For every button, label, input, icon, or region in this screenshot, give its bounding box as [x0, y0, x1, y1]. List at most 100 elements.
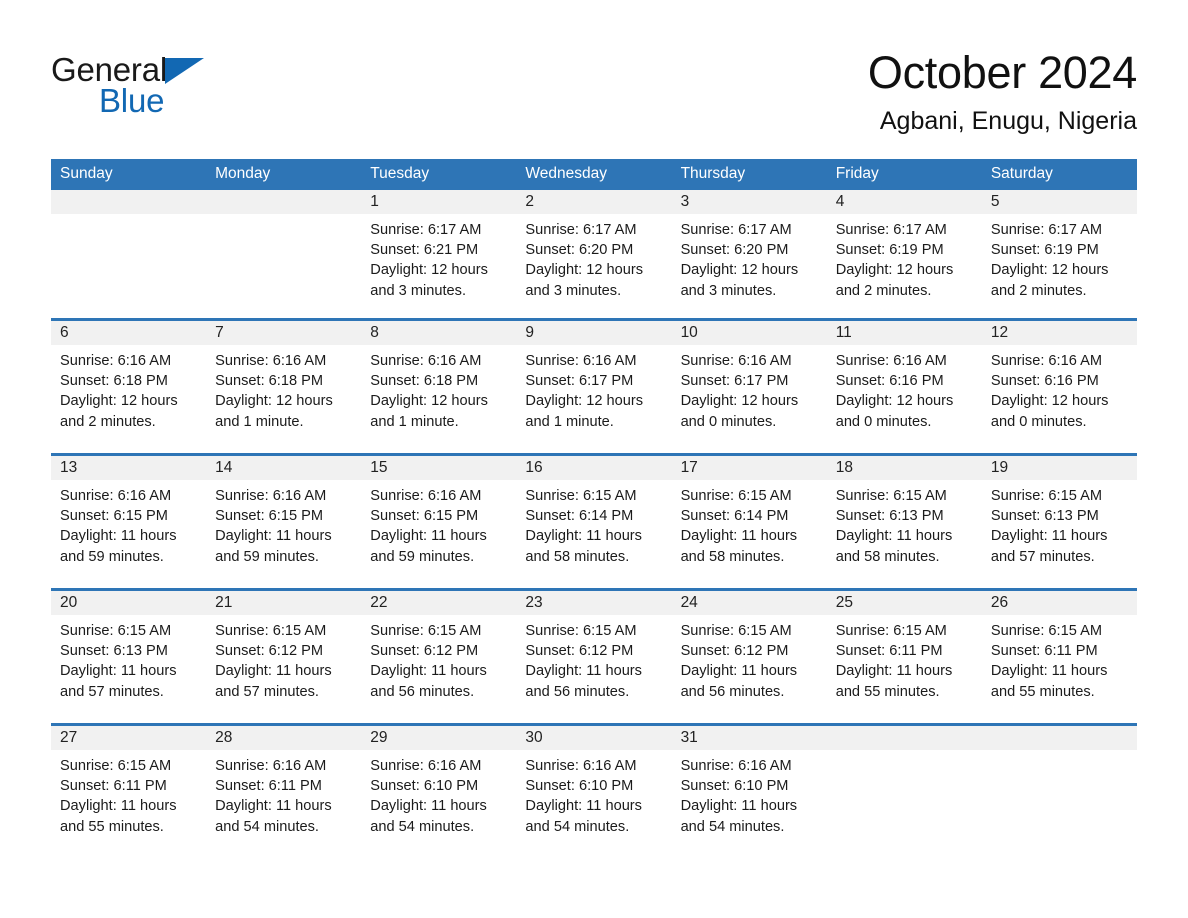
day-cell-inner: 28 Sunrise: 6:16 AM Sunset: 6:11 PM Dayligh… [206, 726, 362, 844]
calendar-day-cell[interactable]: 31 Sunrise: 6:16 AM Sunset: 6:10 PM Dayligh… [671, 723, 827, 844]
brand-triangle-icon [165, 58, 205, 84]
day-cell-inner: 13 Sunrise: 6:16 AM Sunset: 6:15 PM Dayligh… [51, 456, 207, 588]
calendar-day-cell[interactable]: 10 Sunrise: 6:16 AM Sunset: 6:17 PM Dayligh… [671, 318, 827, 455]
calendar-day-cell[interactable]: 28 Sunrise: 6:16 AM Sunset: 6:11 PM Dayligh… [206, 723, 362, 844]
day-number: 12 [981, 321, 1137, 345]
calendar-day-cell[interactable]: 11 Sunrise: 6:16 AM Sunset: 6:16 PM Dayligh… [826, 318, 982, 455]
daylight-text: Daylight: 11 hours and 54 minutes. [215, 798, 332, 835]
logo-text-blue: Blue [99, 82, 165, 119]
calendar-day-cell[interactable]: 20 Sunrise: 6:15 AM Sunset: 6:13 PM Dayligh… [51, 588, 207, 725]
daylight-text: Daylight: 11 hours and 57 minutes. [60, 663, 177, 700]
daylight-text: Daylight: 12 hours and 1 minute. [215, 393, 333, 430]
day-number: 31 [671, 726, 827, 750]
day-cell-inner: 20 Sunrise: 6:15 AM Sunset: 6:13 PM Dayligh… [51, 591, 207, 723]
day-info: Sunrise: 6:16 AM Sunset: 6:15 PM Daylight:… [206, 480, 361, 567]
sunset-text: Sunset: 6:18 PM [60, 373, 168, 390]
daylight-text: Daylight: 11 hours and 56 minutes. [525, 663, 642, 700]
daylight-text: Daylight: 12 hours and 3 minutes. [525, 262, 644, 299]
calendar-day-cell[interactable]: 30 Sunrise: 6:16 AM Sunset: 6:10 PM Dayligh… [516, 723, 672, 844]
calendar-day-cell[interactable]: 17 Sunrise: 6:15 AM Sunset: 6:14 PM Dayligh… [671, 453, 827, 590]
day-cell-inner: 10 Sunrise: 6:16 AM Sunset: 6:17 PM Dayligh… [671, 321, 827, 453]
calendar-day-cell[interactable]: 24 Sunrise: 6:15 AM Sunset: 6:12 PM Dayligh… [671, 588, 827, 725]
calendar-day-cell-empty [981, 723, 1137, 844]
calendar-day-cell[interactable]: 16 Sunrise: 6:15 AM Sunset: 6:14 PM Dayligh… [516, 453, 672, 590]
calendar-day-cell[interactable]: 13 Sunrise: 6:16 AM Sunset: 6:15 PM Dayligh… [51, 453, 207, 590]
day-cell-inner: 17 Sunrise: 6:15 AM Sunset: 6:14 PM Dayligh… [671, 456, 827, 588]
sunrise-text: Sunrise: 6:17 AM [990, 222, 1102, 238]
sunrise-sunset-calendar: Sunday Monday Tuesday Wednesday Thursday… [51, 159, 1137, 844]
calendar-day-cell[interactable]: 12 Sunrise: 6:16 AM Sunset: 6:16 PM Dayligh… [981, 318, 1137, 455]
daylight-text: Daylight: 11 hours and 57 minutes. [990, 528, 1108, 565]
logo-text-general-row: General [51, 52, 271, 88]
daylight-text: Daylight: 12 hours and 2 minutes. [835, 262, 954, 299]
sunset-text: Sunset: 6:17 PM [680, 373, 789, 390]
sunset-text: Sunset: 6:13 PM [835, 508, 944, 525]
day-number: 5 [981, 190, 1137, 214]
calendar-day-cell[interactable]: 27 Sunrise: 6:15 AM Sunset: 6:11 PM Dayligh… [51, 723, 207, 844]
calendar-day-cell[interactable]: 1 Sunrise: 6:17 AM Sunset: 6:21 PM Daylight… [361, 190, 517, 320]
calendar-day-cell[interactable]: 15 Sunrise: 6:16 AM Sunset: 6:15 PM Dayligh… [361, 453, 517, 590]
calendar-day-cell[interactable]: 26 Sunrise: 6:15 AM Sunset: 6:11 PM Dayligh… [981, 588, 1137, 725]
sunrise-text: Sunrise: 6:17 AM [525, 222, 637, 238]
daylight-text: Daylight: 11 hours and 58 minutes. [525, 528, 642, 565]
sunset-text: Sunset: 6:13 PM [60, 643, 168, 660]
day-cell-inner: 26 Sunrise: 6:15 AM Sunset: 6:11 PM Dayligh… [981, 591, 1137, 723]
calendar-day-cell[interactable]: 23 Sunrise: 6:15 AM Sunset: 6:12 PM Dayligh… [516, 588, 672, 725]
sunrise-text: Sunrise: 6:16 AM [680, 758, 792, 774]
sunrise-text: Sunrise: 6:16 AM [525, 758, 637, 774]
sunset-text: Sunset: 6:18 PM [370, 373, 479, 390]
daylight-text: Daylight: 12 hours and 0 minutes. [835, 393, 954, 430]
daylight-text: Daylight: 11 hours and 55 minutes. [835, 663, 953, 700]
calendar-day-cell[interactable]: 29 Sunrise: 6:16 AM Sunset: 6:10 PM Dayligh… [361, 723, 517, 844]
calendar-day-cell-empty [826, 723, 982, 844]
day-cell-inner: 27 Sunrise: 6:15 AM Sunset: 6:11 PM Dayligh… [51, 726, 207, 844]
weekday-header-wednesday: Wednesday [516, 159, 672, 190]
daylight-text: Daylight: 12 hours and 0 minutes. [680, 393, 799, 430]
calendar-day-cell[interactable]: 25 Sunrise: 6:15 AM Sunset: 6:11 PM Dayligh… [826, 588, 982, 725]
day-info: Sunrise: 6:16 AM Sunset: 6:18 PM Daylight:… [206, 345, 361, 432]
day-cell-inner: 3 Sunrise: 6:17 AM Sunset: 6:20 PM Daylight… [671, 190, 827, 318]
day-cell-inner [51, 190, 207, 318]
day-info: Sunrise: 6:16 AM Sunset: 6:15 PM Daylight:… [361, 480, 516, 567]
day-info: Sunrise: 6:15 AM Sunset: 6:12 PM Daylight:… [206, 615, 361, 702]
day-number: 10 [671, 321, 827, 345]
day-number: 25 [826, 591, 982, 615]
calendar-day-cell[interactable]: 18 Sunrise: 6:15 AM Sunset: 6:13 PM Dayligh… [826, 453, 982, 590]
sunrise-text: Sunrise: 6:15 AM [215, 623, 327, 639]
title-block: October 2024 Agbani, Enugu, Nigeria [868, 44, 1137, 136]
calendar-day-cell[interactable]: 21 Sunrise: 6:15 AM Sunset: 6:12 PM Dayligh… [206, 588, 362, 725]
calendar-day-cell[interactable]: 22 Sunrise: 6:15 AM Sunset: 6:12 PM Dayligh… [361, 588, 517, 725]
day-number: 6 [51, 321, 207, 345]
day-cell-inner: 12 Sunrise: 6:16 AM Sunset: 6:16 PM Dayligh… [981, 321, 1137, 453]
calendar-day-cell[interactable]: 3 Sunrise: 6:17 AM Sunset: 6:20 PM Daylight… [671, 190, 827, 320]
day-number: 18 [826, 456, 982, 480]
calendar-day-cell[interactable]: 2 Sunrise: 6:17 AM Sunset: 6:20 PM Daylight… [516, 190, 672, 320]
daylight-text: Daylight: 12 hours and 0 minutes. [990, 393, 1109, 430]
calendar-day-cell[interactable]: 19 Sunrise: 6:15 AM Sunset: 6:13 PM Dayligh… [981, 453, 1137, 590]
weekday-header-sunday: Sunday [51, 159, 207, 190]
calendar-day-cell[interactable]: 7 Sunrise: 6:16 AM Sunset: 6:18 PM Daylight… [206, 318, 362, 455]
day-info: Sunrise: 6:16 AM Sunset: 6:17 PM Daylight:… [672, 345, 827, 432]
calendar-day-cell[interactable]: 9 Sunrise: 6:16 AM Sunset: 6:17 PM Daylight… [516, 318, 672, 455]
day-cell-inner: 11 Sunrise: 6:16 AM Sunset: 6:16 PM Dayligh… [826, 321, 982, 453]
sunrise-text: Sunrise: 6:17 AM [370, 222, 482, 238]
day-number: 28 [206, 726, 362, 750]
day-info: Sunrise: 6:16 AM Sunset: 6:10 PM Daylight:… [516, 750, 671, 837]
day-info: Sunrise: 6:15 AM Sunset: 6:11 PM Daylight:… [51, 750, 206, 837]
day-number: 2 [516, 190, 672, 214]
daylight-text: Daylight: 12 hours and 1 minute. [370, 393, 488, 430]
sunset-text: Sunset: 6:15 PM [215, 508, 324, 525]
calendar-day-cell[interactable]: 8 Sunrise: 6:16 AM Sunset: 6:18 PM Daylight… [361, 318, 517, 455]
weekday-header-friday: Friday [826, 159, 982, 190]
calendar-day-cell[interactable]: 6 Sunrise: 6:16 AM Sunset: 6:18 PM Daylight… [51, 318, 207, 455]
daylight-text: Daylight: 11 hours and 58 minutes. [835, 528, 953, 565]
calendar-day-cell[interactable]: 14 Sunrise: 6:16 AM Sunset: 6:15 PM Dayligh… [206, 453, 362, 590]
calendar-day-cell[interactable]: 5 Sunrise: 6:17 AM Sunset: 6:19 PM Daylight… [981, 190, 1137, 320]
day-info: Sunrise: 6:16 AM Sunset: 6:18 PM Daylight:… [361, 345, 516, 432]
calendar-day-cell[interactable]: 4 Sunrise: 6:17 AM Sunset: 6:19 PM Daylight… [826, 190, 982, 320]
day-info: Sunrise: 6:16 AM Sunset: 6:18 PM Daylight:… [51, 345, 206, 432]
sunset-text: Sunset: 6:10 PM [370, 778, 479, 795]
day-cell-inner: 21 Sunrise: 6:15 AM Sunset: 6:12 PM Dayligh… [206, 591, 362, 723]
sunrise-text: Sunrise: 6:15 AM [835, 488, 947, 504]
daylight-text: Daylight: 11 hours and 58 minutes. [680, 528, 798, 565]
